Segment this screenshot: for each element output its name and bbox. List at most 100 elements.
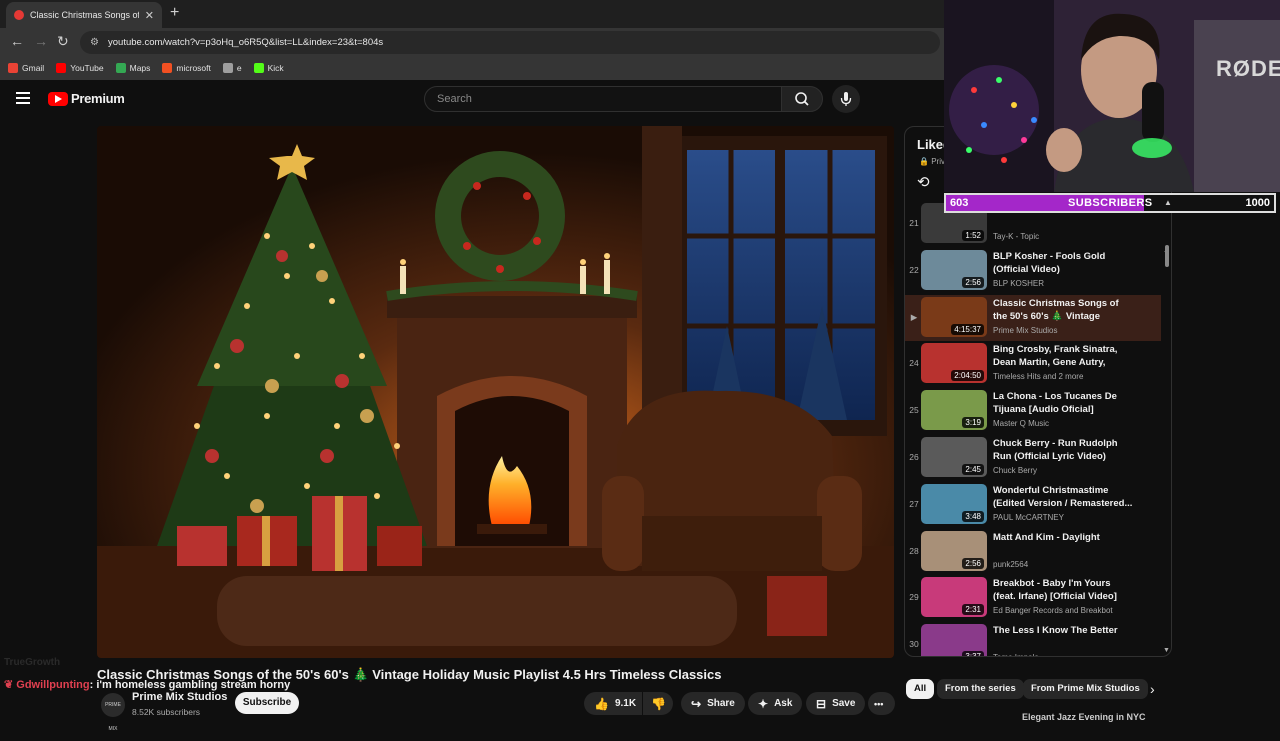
logo-text: Premium bbox=[71, 91, 125, 106]
bookmark-label: Maps bbox=[129, 63, 151, 73]
playlist-item-channel[interactable]: Tame Impala bbox=[993, 653, 1039, 656]
playlist-item-title[interactable]: BLP Kosher - Fools Gold (Official Video) bbox=[993, 250, 1133, 276]
playlist-item[interactable]: 24 2:04:50 Bing Crosby, Frank Sinatra, Dea… bbox=[905, 341, 1161, 387]
playlist-item-title[interactable]: Wonderful Christmastime (Edited Version … bbox=[993, 484, 1133, 510]
playlist-item-channel[interactable]: Timeless Hits and 2 more bbox=[993, 372, 1083, 381]
playlist-item-channel[interactable]: Prime Mix Studios bbox=[993, 326, 1057, 335]
playlist-item-thumbnail[interactable]: 2:56 bbox=[921, 530, 987, 571]
like-button[interactable]: 👍 9.1K bbox=[584, 692, 642, 715]
playlist-item-current[interactable]: ▶ 4:15:37 Classic Christmas Songs of the 5… bbox=[905, 294, 1161, 341]
filter-chip[interactable]: All bbox=[906, 679, 935, 699]
playlist-scrollbar[interactable] bbox=[1165, 245, 1169, 267]
filter-chip[interactable]: From the series bbox=[937, 679, 1024, 699]
chevron-right-icon[interactable]: › bbox=[1150, 681, 1155, 697]
bookmark-maps[interactable]: Maps bbox=[115, 63, 151, 73]
bookmark-microsoft[interactable]: microsoft bbox=[162, 63, 211, 73]
bookmark-youtube[interactable]: YouTube bbox=[56, 63, 104, 73]
ask-label: Ask bbox=[774, 698, 793, 709]
save-label: Save bbox=[832, 698, 856, 709]
address-bar[interactable]: ⚙ youtube.com/watch?v=p3oHq_o6R5Q&list=L… bbox=[80, 31, 940, 54]
bookmark-icon: ⊟ bbox=[816, 696, 827, 711]
youtube-logo[interactable]: Premium bbox=[48, 91, 125, 106]
duration-badge: 3:37 bbox=[962, 651, 984, 656]
playlist-item-title[interactable]: Classic Christmas Songs of the 50's 60's… bbox=[993, 297, 1133, 323]
playlist-item-index: 26 bbox=[909, 452, 919, 462]
menu-icon[interactable] bbox=[16, 92, 30, 107]
playlist-item-channel[interactable]: punk2564 bbox=[993, 560, 1028, 569]
playlist-item-thumbnail[interactable]: 4:15:37 bbox=[921, 296, 987, 337]
chat-ghost-line: TrueGrowth bbox=[4, 657, 61, 668]
playlist-item-title[interactable]: The Less I Know The Better bbox=[993, 624, 1133, 637]
site-info-icon[interactable]: ⚙ bbox=[90, 37, 102, 48]
bookmark-label: YouTube bbox=[70, 63, 104, 73]
close-tab-icon[interactable]: ✕ bbox=[145, 9, 154, 22]
scroll-down-icon[interactable]: ▼ bbox=[1163, 647, 1170, 654]
streamer-webcam-image bbox=[944, 0, 1280, 192]
share-arrow-icon: ↪ bbox=[691, 696, 702, 711]
duration-badge: 3:48 bbox=[962, 510, 984, 522]
ask-button[interactable]: ✦ Ask bbox=[748, 692, 803, 715]
reload-icon[interactable]: ↻ bbox=[57, 33, 69, 50]
back-arrow-icon[interactable]: ← bbox=[10, 33, 24, 49]
search-icon bbox=[795, 92, 809, 106]
playlist-item[interactable]: 30 3:37 The Less I Know The Better Tame Imp… bbox=[905, 622, 1161, 656]
playlist-item-thumbnail[interactable]: 3:37 bbox=[921, 624, 987, 656]
stream-chat-message: ❦ Gdwillpunting: i'm homeless gambling s… bbox=[4, 678, 290, 691]
playlist-item-title[interactable]: La Chona - Los Tucanes De Tijuana [Audio… bbox=[993, 390, 1133, 416]
playlist-item-title[interactable]: Matt And Kim - Daylight bbox=[993, 531, 1133, 544]
playlist-item[interactable]: 29 2:31 Breakbot - Baby I'm Yours (feat. I… bbox=[905, 575, 1161, 621]
share-button[interactable]: ↪ Share bbox=[681, 692, 745, 715]
subscriber-goal-bar: 603 SUBSCRIBERS ▲ 1000 bbox=[944, 193, 1276, 213]
subscribe-button[interactable]: Subscribe bbox=[235, 692, 299, 714]
playlist-item-channel[interactable]: Tay-K - Topic bbox=[993, 232, 1039, 241]
playlist-item-title[interactable]: Bing Crosby, Frank Sinatra, Dean Martin,… bbox=[993, 343, 1133, 369]
bookmark-e[interactable]: e bbox=[222, 63, 242, 73]
playlist-item-channel[interactable]: Master Q Music bbox=[993, 419, 1049, 428]
channel-name[interactable]: Prime Mix Studios bbox=[132, 691, 227, 703]
search-button[interactable] bbox=[781, 86, 823, 112]
rode-brand-text: RØDE bbox=[1216, 56, 1280, 81]
playlist-item-thumbnail[interactable]: 2:04:50 bbox=[921, 343, 987, 384]
more-actions-button[interactable]: ••• bbox=[868, 692, 895, 715]
save-button[interactable]: ⊟ Save bbox=[806, 692, 866, 715]
bookmark-kick[interactable]: Kick bbox=[253, 63, 284, 73]
playlist-item-channel[interactable]: Chuck Berry bbox=[993, 466, 1037, 475]
privacy-label: Priv bbox=[931, 157, 945, 166]
chat-text: : i'm homeless gambling stream horny bbox=[89, 679, 291, 691]
playlist-item-index: 29 bbox=[909, 592, 919, 603]
playlist-item-thumbnail[interactable]: 3:19 bbox=[921, 390, 987, 431]
loop-icon[interactable]: ⟲ bbox=[917, 173, 930, 191]
new-tab-icon[interactable]: + bbox=[170, 4, 179, 22]
playlist-item[interactable]: 27 3:48 Wonderful Christmastime (Edited Ve… bbox=[905, 482, 1161, 528]
playlist-item-thumbnail[interactable]: 2:31 bbox=[921, 577, 987, 618]
bookmark-label: Kick bbox=[267, 63, 284, 73]
channel-avatar[interactable]: PRIME MIX bbox=[101, 693, 125, 732]
bookmark-label: Gmail bbox=[22, 63, 45, 73]
forward-arrow-icon[interactable]: → bbox=[34, 33, 48, 49]
playlist-item[interactable]: 26 2:45 Chuck Berry - Run Rudolph Run (Off… bbox=[905, 435, 1161, 481]
playlist-item-title[interactable]: Chuck Berry - Run Rudolph Run (Official … bbox=[993, 437, 1133, 463]
youtube-favicon-icon bbox=[14, 10, 24, 20]
playlist-item-channel[interactable]: PAUL McCARTNEY bbox=[993, 513, 1064, 522]
playlist-item-thumbnail[interactable]: 2:45 bbox=[921, 437, 987, 477]
playlist-item-index: 21 bbox=[909, 218, 919, 228]
next-video-peek[interactable]: Elegant Jazz Evening in NYC bbox=[1022, 712, 1146, 722]
video-player[interactable] bbox=[97, 126, 894, 658]
filter-chip[interactable]: From Prime Mix Studios bbox=[1023, 679, 1148, 699]
browser-tab[interactable]: Classic Christmas Songs of t ✕ bbox=[6, 2, 162, 28]
playlist-item-thumbnail[interactable]: 3:48 bbox=[921, 483, 987, 524]
playlist-item[interactable]: 28 2:56 Matt And Kim - Daylight punk2564 bbox=[905, 529, 1161, 575]
bookmark-gmail[interactable]: Gmail bbox=[8, 63, 44, 73]
playlist-item[interactable]: 22 2:56 BLP Kosher - Fools Gold (Official … bbox=[905, 248, 1161, 294]
duration-badge: 4:15:37 bbox=[951, 323, 984, 335]
search-input[interactable]: Search bbox=[424, 86, 782, 112]
playlist-item-channel[interactable]: Ed Banger Records and Breakbot bbox=[993, 606, 1113, 615]
dislike-button[interactable]: 👎 bbox=[643, 692, 673, 715]
subscriber-goal-current: 603 bbox=[950, 197, 969, 209]
playlist-item-channel[interactable]: BLP KOSHER bbox=[993, 279, 1044, 288]
playlist-item-title[interactable]: Breakbot - Baby I'm Yours (feat. Irfane)… bbox=[993, 577, 1133, 603]
thumbs-down-icon: 👎 bbox=[651, 696, 666, 711]
playlist-item-thumbnail[interactable]: 2:56 bbox=[921, 249, 987, 290]
voice-search-button[interactable] bbox=[832, 85, 860, 113]
playlist-item[interactable]: 25 3:19 La Chona - Los Tucanes De Tijuana … bbox=[905, 388, 1161, 434]
